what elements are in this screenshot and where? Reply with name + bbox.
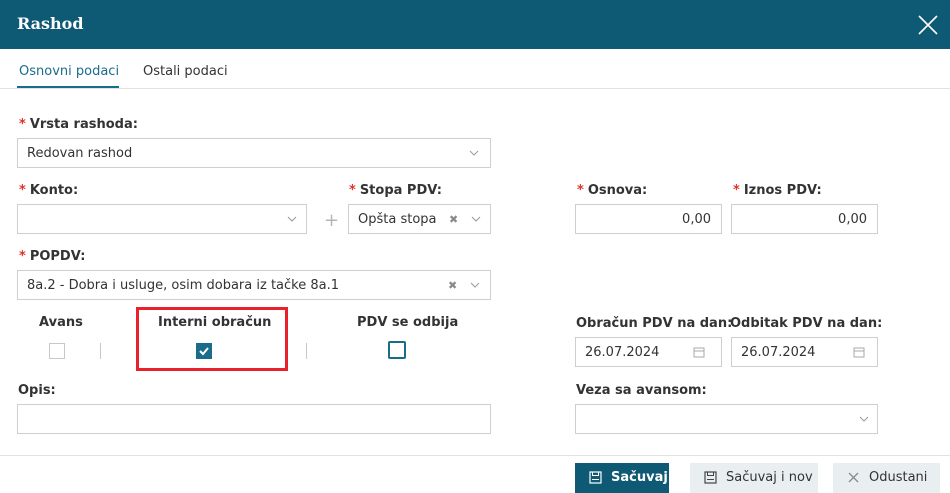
konto-select[interactable] (17, 204, 307, 234)
obracun-pdv-date-input[interactable]: 26.07.2024 (575, 337, 722, 367)
dialog-title: Rashod (17, 14, 84, 33)
clear-icon[interactable]: ✖ (449, 213, 458, 226)
odbitak-pdv-date-input[interactable]: 26.07.2024 (731, 337, 878, 367)
konto-label-text: Konto: (29, 183, 79, 198)
dialog-header: Rashod (0, 0, 950, 49)
chevron-down-icon (287, 216, 297, 222)
veza-sa-avansom-label: Veza sa avansom: (576, 383, 707, 398)
chevron-down-icon (859, 416, 869, 422)
osnova-label: * Osnova: (577, 183, 647, 198)
calendar-icon[interactable] (693, 346, 705, 358)
iznos-pdv-label-text: Iznos PDV: (743, 183, 822, 198)
popdv-select[interactable]: 8a.2 - Dobra i usluge, osim dobara iz ta… (17, 270, 491, 300)
vrsta-rashoda-label-text: Vrsta rashoda: (29, 117, 138, 132)
required-marker: * (733, 183, 740, 198)
iznos-pdv-value: 0,00 (838, 212, 867, 227)
osnova-label-text: Osnova: (587, 183, 648, 198)
iznos-pdv-input[interactable]: 0,00 (731, 204, 878, 234)
required-marker: * (19, 249, 26, 264)
save-button[interactable]: Sačuvaj (575, 463, 669, 493)
save-icon (704, 471, 717, 484)
add-konto-button[interactable]: + (324, 210, 339, 231)
vrsta-rashoda-label: * Vrsta rashoda: (19, 117, 138, 132)
konto-label: * Konto: (19, 183, 78, 198)
highlight-box (136, 307, 288, 371)
stopa-pdv-label-text: Stopa PDV: (359, 183, 442, 198)
popdv-value: 8a.2 - Dobra i usluge, osim dobara iz ta… (27, 278, 339, 293)
divider (100, 343, 101, 359)
iznos-pdv-label: * Iznos PDV: (733, 183, 822, 198)
required-marker: * (19, 183, 26, 198)
osnova-input[interactable]: 0,00 (575, 204, 722, 234)
required-marker: * (577, 183, 584, 198)
chevron-down-icon (469, 150, 479, 156)
save-icon (589, 471, 602, 484)
required-marker: * (349, 183, 356, 198)
cancel-button-label: Odustani (869, 470, 928, 485)
save-and-new-button[interactable]: Sačuvaj i nov (690, 463, 818, 493)
chevron-down-icon (471, 216, 481, 222)
close-button[interactable] (916, 13, 940, 37)
footer-divider (0, 455, 950, 456)
popdv-label: * POPDV: (19, 249, 85, 264)
obracun-pdv-value: 26.07.2024 (585, 345, 660, 360)
close-icon (848, 472, 859, 483)
pdv-se-odbija-label: PDV se odbija (357, 315, 459, 330)
veza-sa-avansom-select[interactable] (575, 404, 878, 434)
clear-icon[interactable]: ✖ (448, 279, 457, 292)
odbitak-pdv-value: 26.07.2024 (741, 345, 816, 360)
tab-ostali-podaci[interactable]: Ostali podaci (143, 64, 228, 79)
vrsta-rashoda-select[interactable]: Redovan rashod (17, 138, 491, 168)
opis-input[interactable] (17, 404, 491, 434)
calendar-icon[interactable] (853, 346, 865, 358)
avans-checkbox[interactable] (49, 343, 65, 359)
tabs-divider (0, 88, 950, 89)
cancel-button[interactable]: Odustani (833, 463, 940, 493)
stopa-pdv-value: Opšta stopa (358, 212, 437, 227)
close-icon (918, 15, 938, 35)
pdv-se-odbija-checkbox[interactable] (388, 341, 406, 359)
divider (306, 343, 307, 359)
save-and-new-button-label: Sačuvaj i nov (726, 470, 813, 485)
obracun-pdv-label: Obračun PDV na dan: (576, 316, 733, 331)
osnova-value: 0,00 (682, 212, 711, 227)
opis-label: Opis: (18, 383, 56, 398)
stopa-pdv-label: * Stopa PDV: (349, 183, 442, 198)
odbitak-pdv-label: Odbitak PDV na dan: (730, 316, 883, 331)
vrsta-rashoda-value: Redovan rashod (27, 146, 133, 161)
required-marker: * (19, 117, 26, 132)
popdv-label-text: POPDV: (29, 249, 86, 264)
avans-label: Avans (39, 315, 83, 330)
save-button-label: Sačuvaj (611, 470, 668, 485)
chevron-down-icon (470, 282, 480, 288)
stopa-pdv-select[interactable]: Opšta stopa ✖ (348, 204, 491, 234)
tab-osnovni-podaci[interactable]: Osnovni podaci (19, 64, 119, 79)
